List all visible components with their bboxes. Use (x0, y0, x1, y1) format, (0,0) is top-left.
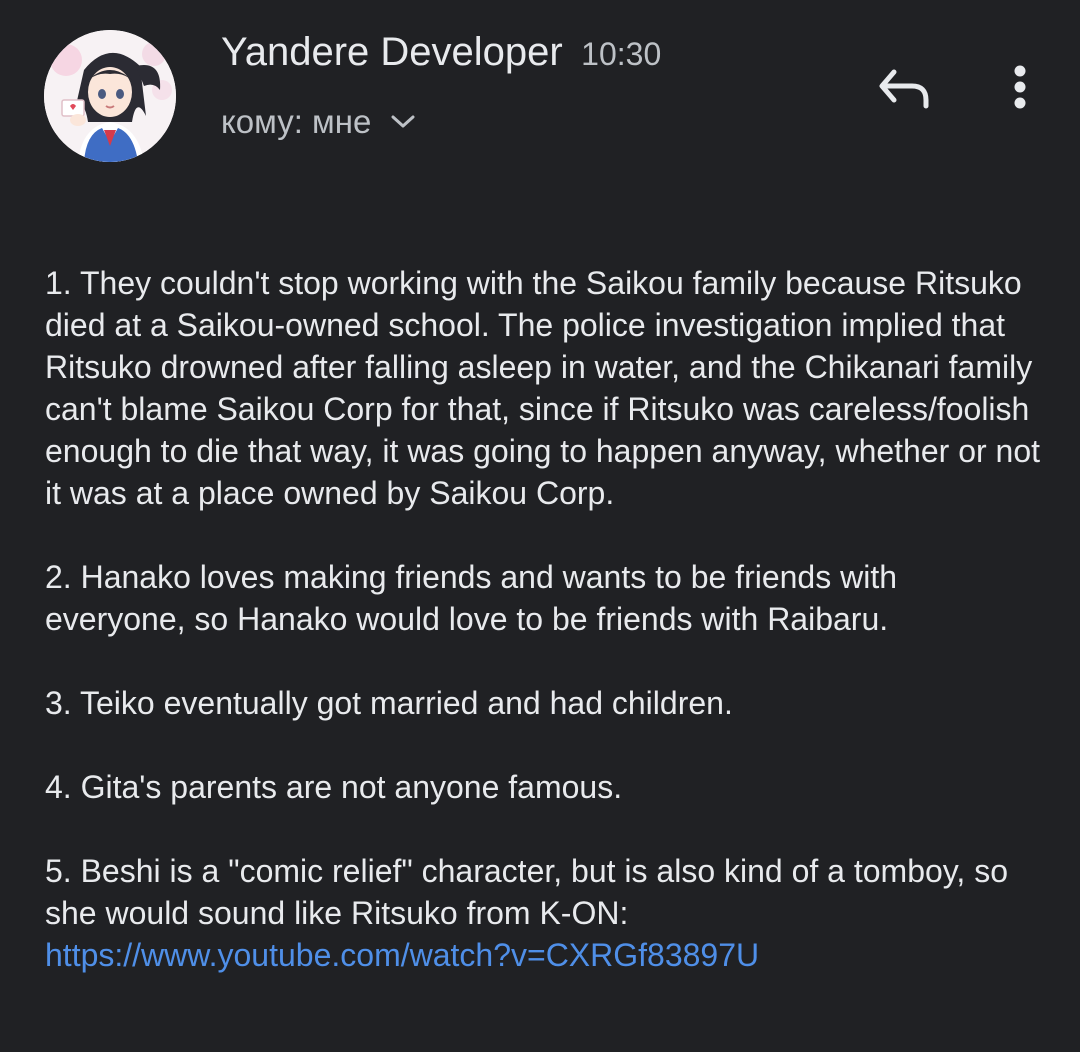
recipient-toggle[interactable]: кому: мне (221, 103, 417, 141)
more-options-button[interactable] (998, 60, 1042, 116)
chevron-down-icon (391, 115, 415, 128)
vertical-dots-icon (1014, 65, 1026, 109)
message-paragraph-4: 4. Gita's parents are not anyone famous. (45, 769, 623, 805)
sender-avatar[interactable] (44, 30, 176, 162)
sender-name[interactable]: Yandere Developer (221, 30, 563, 74)
email-header: Yandere Developer 10:30 кому: мне (0, 0, 1080, 200)
sender-line: Yandere Developer 10:30 (221, 30, 661, 75)
message-paragraph-3: 3. Teiko eventually got married and had … (45, 685, 733, 721)
reply-arrow-icon (879, 69, 929, 109)
reply-button[interactable] (872, 60, 936, 116)
message-time: 10:30 (581, 36, 662, 72)
message-paragraph-5-text: 5. Beshi is a "comic relief" character, … (45, 853, 1008, 931)
anime-girl-avatar-icon (44, 30, 176, 162)
message-paragraph-5: 5. Beshi is a "comic relief" character, … (45, 850, 1045, 976)
youtube-link[interactable]: https://www.youtube.com/watch?v=CXRGf838… (45, 937, 759, 973)
recipient-label: кому: мне (221, 103, 372, 140)
message-body: 1. They couldn't stop working with the S… (45, 262, 1045, 976)
message-paragraph-1: 1. They couldn't stop working with the S… (45, 265, 1041, 511)
message-paragraph-2: 2. Hanako loves making friends and wants… (45, 559, 898, 637)
